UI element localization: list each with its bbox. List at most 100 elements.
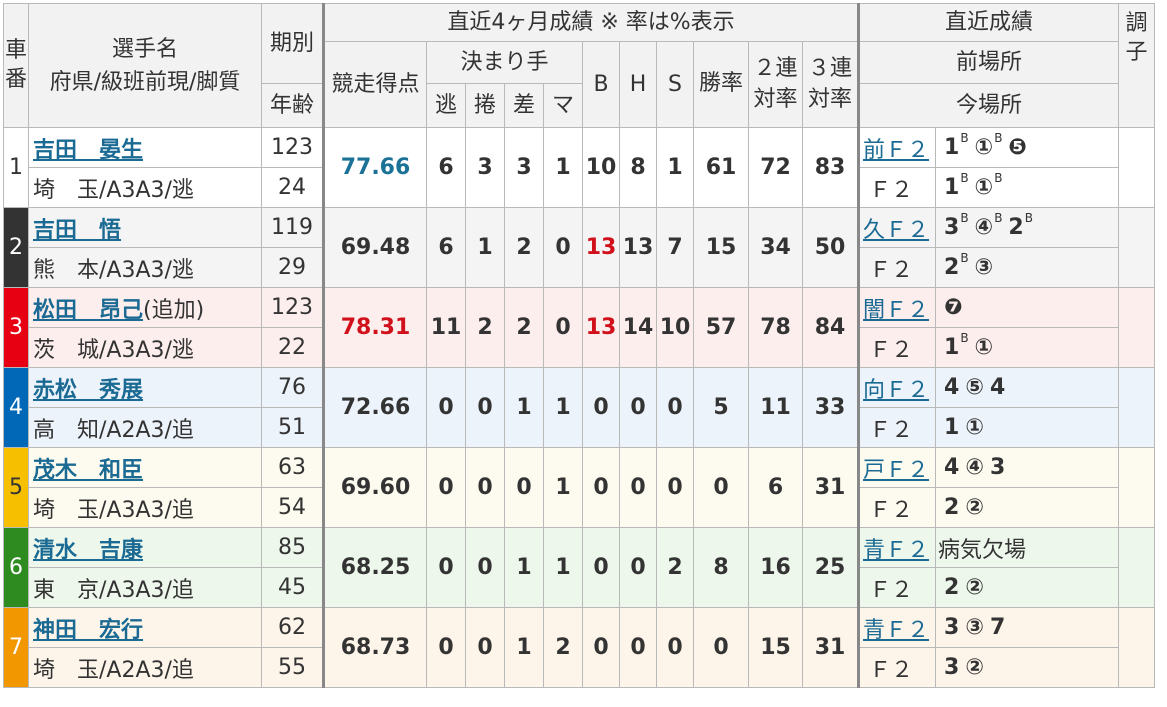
win-rate: 57	[693, 287, 749, 368]
result-mark: 1	[944, 415, 959, 440]
win-rate-header: 勝率	[693, 41, 749, 128]
result-mark: ①B	[975, 171, 1003, 200]
win-rate: 0	[693, 447, 749, 528]
racer-name-cell: 吉田 晏生	[28, 127, 262, 168]
kimarite-sashi: 0	[504, 447, 544, 528]
b-count: 0	[582, 527, 620, 608]
ren2-rate: 11	[748, 367, 803, 448]
cur-venue-header: 今場所	[857, 83, 1119, 128]
racer-row: 4 赤松 秀展 76 72.66 0 0 1 1 0 0 0 5 11 33 向Ｆ２ 4 ⑤ 4	[3, 367, 1155, 448]
racer-name-link[interactable]: 赤松 秀展	[33, 378, 143, 403]
result-mark-text: ②	[965, 495, 984, 520]
ren3-rate: 31	[802, 447, 859, 528]
car-number: 1	[3, 127, 29, 208]
result-mark-text: ④	[965, 455, 984, 480]
kimarite-nige: 0	[426, 367, 466, 448]
cur-results: 2②	[935, 567, 1119, 608]
racer-name-link[interactable]: 松田 昂己	[33, 298, 143, 323]
kimarite-nige: 6	[426, 127, 466, 208]
win-rate: 0	[693, 607, 749, 688]
result-mark-text: ③	[974, 255, 994, 280]
racer-row: 1 吉田 晏生 123 77.66 6 3 3 1 10 8 1 61 72 83 前Ｆ２ 1B ①B ❺	[3, 127, 1155, 208]
prev-venue-cell: 青Ｆ２	[857, 527, 936, 568]
prev-venue-link[interactable]: 闇Ｆ２	[863, 298, 929, 323]
term-header: 期別	[261, 3, 324, 84]
ren3-rate-header: ３連対率	[802, 41, 859, 128]
racer-name-link[interactable]: 清水 吉康	[33, 538, 143, 563]
prev-venue-link[interactable]: 前Ｆ２	[863, 138, 929, 163]
s-count: 0	[656, 447, 694, 528]
s-count: 0	[656, 607, 694, 688]
prev-venue-link[interactable]: 戸Ｆ２	[863, 458, 929, 483]
result-mark: ①	[965, 415, 984, 440]
score-header: 競走得点	[322, 41, 427, 128]
prev-results: 3③7	[935, 607, 1119, 648]
result-mark: 3	[944, 615, 959, 640]
cur-results: 1B ①	[935, 327, 1119, 368]
racer-name-cell: 茂木 和臣	[28, 447, 262, 488]
result-mark: ⑤	[965, 375, 984, 400]
ren2-rate: 34	[748, 207, 803, 288]
kimarite-ma: 1	[543, 527, 583, 608]
prev-venue-link[interactable]: 向Ｆ２	[863, 378, 929, 403]
racer-row: 2 吉田 悟 119 69.48 6 1 2 0 13 13 7 15 34 50 久Ｆ２ 3B ④B 2B	[3, 207, 1155, 288]
recent-4month-header: 直近4ヶ月成績 ※ 率は%表示	[322, 3, 859, 42]
result-mark-sup: B	[960, 171, 969, 185]
result-mark-text: 2	[944, 495, 960, 520]
racer-pref-class-style: 埼 玉/A2A3/追	[28, 647, 262, 688]
racer-age: 54	[261, 487, 324, 528]
result-mark: ❺	[1008, 135, 1027, 160]
result-mark-text: ②	[965, 655, 984, 680]
result-mark-sup: B	[960, 211, 969, 225]
prev-venue-link[interactable]: 久Ｆ２	[863, 218, 929, 243]
racer-age: 22	[261, 327, 324, 368]
racer-name-link[interactable]: 吉田 悟	[33, 218, 121, 243]
result-mark: 7	[990, 615, 1005, 640]
ren3-rate: 33	[802, 367, 859, 448]
cur-venue-label: Ｆ２	[869, 417, 914, 443]
racer-name-link[interactable]: 吉田 晏生	[33, 138, 143, 163]
ren3-rate: 50	[802, 207, 859, 288]
kimarite-sashi: 1	[504, 527, 544, 608]
b-header: B	[582, 41, 620, 128]
prev-results: 4⑤4	[935, 367, 1119, 408]
prev-venue-link[interactable]: 青Ｆ２	[863, 538, 929, 563]
result-mark: 4	[944, 455, 959, 480]
s-count: 2	[656, 527, 694, 608]
racer-score: 72.66	[322, 367, 427, 448]
ren2-rate: 15	[748, 607, 803, 688]
kimarite-nige: 0	[426, 607, 466, 688]
result-mark: ①B	[975, 131, 1003, 160]
result-mark-sup: B	[1024, 211, 1033, 225]
cur-venue-cell: Ｆ２	[857, 647, 936, 688]
s-count: 0	[656, 367, 694, 448]
racer-note: (追加)	[143, 297, 205, 323]
sashi-header: 差	[504, 83, 544, 128]
prev-venue-cell: 闇Ｆ２	[857, 287, 936, 328]
result-mark-text: 3	[989, 455, 1006, 480]
racer-pref-class-style: 埼 玉/A3A3/逃	[28, 167, 262, 208]
b-count: 0	[582, 367, 620, 448]
racer-name-cell: 吉田 悟	[28, 207, 262, 248]
condition-cell	[1118, 287, 1155, 368]
racer-name-link[interactable]: 神田 宏行	[33, 618, 143, 643]
cur-venue-label: Ｆ２	[869, 657, 914, 683]
racer-age: 24	[261, 167, 324, 208]
result-mark: 2B	[1008, 211, 1033, 240]
recent-results-header: 直近成績	[857, 3, 1119, 42]
win-rate: 15	[693, 207, 749, 288]
cur-venue-cell: Ｆ２	[857, 167, 936, 208]
condition-cell	[1118, 447, 1155, 528]
racer-name-link[interactable]: 茂木 和臣	[33, 458, 143, 483]
result-mark: 2	[944, 495, 959, 520]
car-number: 6	[3, 527, 29, 608]
result-mark-text: ③	[965, 615, 984, 640]
prev-venue-link[interactable]: 青Ｆ２	[863, 618, 929, 643]
result-mark: ③	[965, 615, 984, 640]
racer-row: 3 松田 昂己(追加) 123 78.31 11 2 2 0 13 14 10 57 78 84 闇Ｆ２ ❼	[3, 287, 1155, 368]
prev-result-text: 病気欠場	[938, 537, 1027, 563]
result-mark-text: ❼	[944, 295, 963, 320]
car-number: 2	[3, 207, 29, 288]
prev-venue-header: 前場所	[857, 41, 1119, 84]
cur-venue-label: Ｆ２	[869, 497, 914, 523]
